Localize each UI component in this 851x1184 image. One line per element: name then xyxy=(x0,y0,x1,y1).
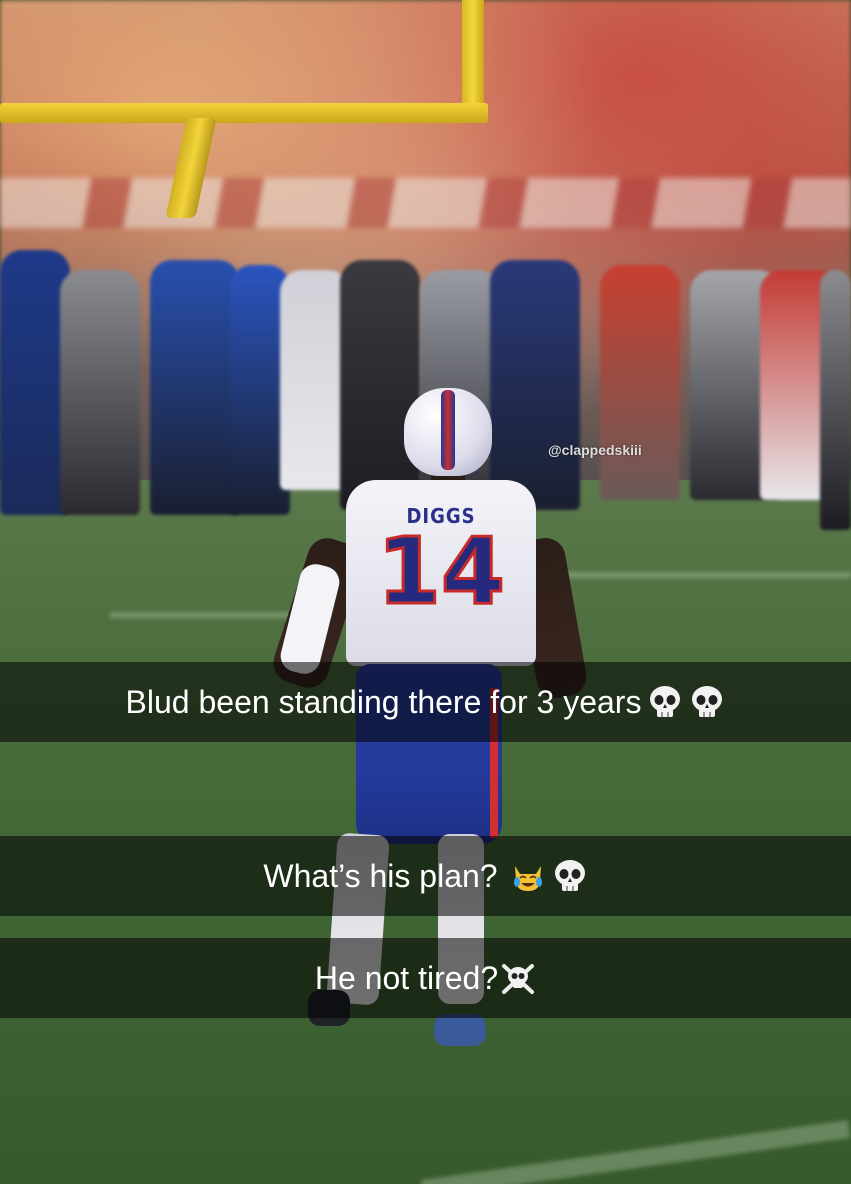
photo-scene: @clappedskiii DIGGS 14 Blud been standin… xyxy=(0,0,851,1184)
caption-bar-3: He not tired? xyxy=(0,938,851,1018)
caption-text: What’s his plan? xyxy=(263,857,498,894)
caption-text: He not tired? xyxy=(314,959,499,996)
caption-text: Blud been standing there for 3 years xyxy=(125,683,642,720)
goalpost-crossbar xyxy=(0,103,488,123)
jersey-number: 14 xyxy=(375,518,506,625)
skull-icon xyxy=(650,686,681,717)
skull-icon xyxy=(554,860,585,891)
field-line xyxy=(560,572,851,578)
cat-tears-of-joy-icon xyxy=(513,866,542,891)
caption-bar-1: Blud been standing there for 3 years xyxy=(0,662,851,742)
skull-crossbones-icon xyxy=(502,964,535,994)
caption-bar-2: What’s his plan? xyxy=(0,836,851,916)
helmet-stripe xyxy=(441,390,455,470)
player-right-cleat xyxy=(434,1014,486,1046)
goalpost-upright xyxy=(462,0,484,118)
stadium-banner xyxy=(0,178,851,228)
skull-icon xyxy=(692,686,723,717)
